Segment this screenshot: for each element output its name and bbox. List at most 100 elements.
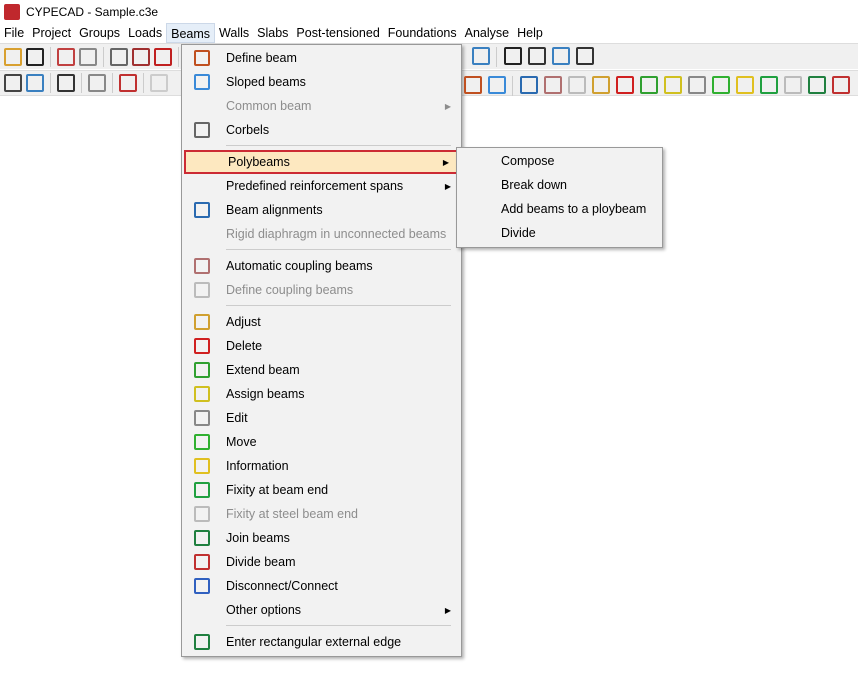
edit-icon (194, 410, 210, 426)
toolbar-button-icon[interactable] (664, 76, 682, 94)
menu-item-label: Sloped beams (226, 75, 306, 89)
divide-icon (194, 554, 210, 570)
submenu-item-divide[interactable]: Divide (501, 221, 536, 245)
blank-icon (194, 602, 210, 618)
toolbar-button-icon[interactable] (464, 76, 482, 94)
menu-item-disconnect-connect[interactable]: Disconnect/Connect (184, 574, 459, 598)
menu-item-label: Polybeams (228, 155, 290, 169)
menu-beams[interactable]: Beams (166, 23, 216, 43)
toolbar-button-icon[interactable] (57, 74, 75, 92)
fixity-icon (194, 482, 210, 498)
blank-icon (196, 154, 212, 170)
toolbar-button-icon[interactable] (26, 74, 44, 92)
menu-separator (226, 305, 451, 306)
toolbar-button-icon[interactable] (808, 76, 826, 94)
toolbar-button-icon[interactable] (26, 47, 44, 66)
submenu-arrow-icon: ▶ (444, 181, 451, 191)
menu-item-label: Common beam (226, 99, 312, 113)
menu-item-label: Predefined reinforcement spans (226, 179, 404, 193)
submenu-item-add-beams-to-a-ploybeam[interactable]: Add beams to a ploybeam (501, 197, 646, 221)
submenu-arrow-icon: ▶ (444, 101, 451, 111)
toolbar-button-icon[interactable] (88, 74, 106, 92)
toolbar-button-icon[interactable] (79, 47, 97, 66)
menu-item-rigid-diaphragm-in-unconnected-beams: Rigid diaphragm in unconnected beams (184, 222, 459, 246)
menu-item-label: Define coupling beams (226, 283, 354, 297)
menu-slabs[interactable]: Slabs (253, 23, 292, 43)
toolbar-button-icon[interactable] (640, 76, 658, 94)
menu-project[interactable]: Project (28, 23, 75, 43)
toolbar-button-icon[interactable] (132, 47, 150, 66)
menu-item-label: Fixity at beam end (226, 483, 329, 497)
menu-item-label: Corbels (226, 123, 270, 137)
menu-groups[interactable]: Groups (75, 23, 124, 43)
menu-item-label: Beam alignments (226, 203, 323, 217)
menu-file[interactable]: File (0, 23, 28, 43)
toolbar-button-icon[interactable] (488, 76, 506, 94)
menu-item-beam-alignments[interactable]: Beam alignments (184, 198, 459, 222)
menu-item-delete[interactable]: Delete (184, 334, 459, 358)
toolbar-button-icon[interactable] (592, 76, 610, 94)
submenu-arrow-icon: ▶ (444, 605, 451, 615)
toolbar-button-icon[interactable] (544, 76, 562, 94)
submenu-item-break-down[interactable]: Break down (501, 173, 567, 197)
menu-foundations[interactable]: Foundations (384, 23, 461, 43)
menu-item-join-beams[interactable]: Join beams (184, 526, 459, 550)
menu-item-automatic-coupling-beams[interactable]: Automatic coupling beams (184, 254, 459, 278)
toolbar-button-icon[interactable] (760, 76, 778, 94)
menu-item-predefined-reinforcement-spans[interactable]: Predefined reinforcement spans ▶ (184, 174, 459, 198)
toolbar-button-icon[interactable] (119, 74, 137, 92)
menu-item-label: Disconnect/Connect (226, 579, 338, 593)
menu-analyse[interactable]: Analyse (461, 23, 513, 43)
menu-item-fixity-at-beam-end[interactable]: Fixity at beam end (184, 478, 459, 502)
menu-item-label: Define beam (226, 51, 297, 65)
toolbar-button-icon[interactable] (736, 76, 754, 94)
submenu-item-compose[interactable]: Compose (501, 149, 555, 173)
menu-item-divide-beam[interactable]: Divide beam (184, 550, 459, 574)
toolbar-button-icon[interactable] (57, 47, 75, 66)
blank-icon (194, 226, 210, 242)
menu-item-sloped-beams[interactable]: Sloped beams (184, 70, 459, 94)
toolbar-button-icon[interactable] (504, 47, 522, 65)
menu-item-other-options[interactable]: Other options ▶ (184, 598, 459, 622)
toolbar-button-icon[interactable] (576, 47, 594, 65)
menu-item-extend-beam[interactable]: Extend beam (184, 358, 459, 382)
toolbar-separator (496, 47, 497, 67)
menu-item-label: Divide beam (226, 555, 296, 569)
toolbar-button-icon[interactable] (688, 76, 706, 94)
toolbar-separator (50, 73, 51, 93)
toolbar-separator (50, 46, 51, 67)
menu-item-enter-rectangular-external-edge[interactable]: Enter rectangular external edge (184, 630, 459, 654)
toolbar-button-icon[interactable] (4, 74, 22, 92)
toolbar-button-icon[interactable] (712, 76, 730, 94)
toolbar-button-icon[interactable] (568, 76, 586, 94)
toolbar-button-icon[interactable] (552, 47, 570, 65)
toolbar-button-icon[interactable] (110, 47, 128, 66)
submenu-arrow-icon: ▶ (442, 157, 449, 167)
menu-item-assign-beams[interactable]: Assign beams (184, 382, 459, 406)
toolbar-button-icon[interactable] (832, 76, 850, 94)
toolbar-button-icon[interactable] (520, 76, 538, 94)
menu-item-label: Delete (226, 339, 263, 353)
menu-item-adjust[interactable]: Adjust (184, 310, 459, 334)
menu-help[interactable]: Help (513, 23, 547, 43)
menu-item-common-beam: Common beam ▶ (184, 94, 459, 118)
menu-post-tensioned[interactable]: Post-tensioned (292, 23, 383, 43)
menu-item-define-beam[interactable]: Define beam (184, 46, 459, 70)
toolbar-button-icon[interactable] (528, 47, 546, 65)
menu-loads[interactable]: Loads (124, 23, 166, 43)
toolbar-separator (103, 46, 104, 67)
menu-item-polybeams[interactable]: Polybeams ▶ (184, 150, 459, 174)
menu-item-move[interactable]: Move (184, 430, 459, 454)
toolbar-button-icon[interactable] (472, 47, 490, 65)
toolbar-button-icon[interactable] (784, 76, 802, 94)
menu-item-edit[interactable]: Edit (184, 406, 459, 430)
menu-item-information[interactable]: Information (184, 454, 459, 478)
toolbar-button-icon[interactable] (4, 47, 22, 66)
toolbar-button-icon[interactable] (616, 76, 634, 94)
toolbar-button-icon[interactable] (150, 74, 168, 92)
blank-icon (194, 178, 210, 194)
menu-walls[interactable]: Walls (215, 23, 253, 43)
menu-item-label: Fixity at steel beam end (226, 507, 359, 521)
menu-item-corbels[interactable]: Corbels (184, 118, 459, 142)
toolbar-button-icon[interactable] (154, 47, 172, 66)
